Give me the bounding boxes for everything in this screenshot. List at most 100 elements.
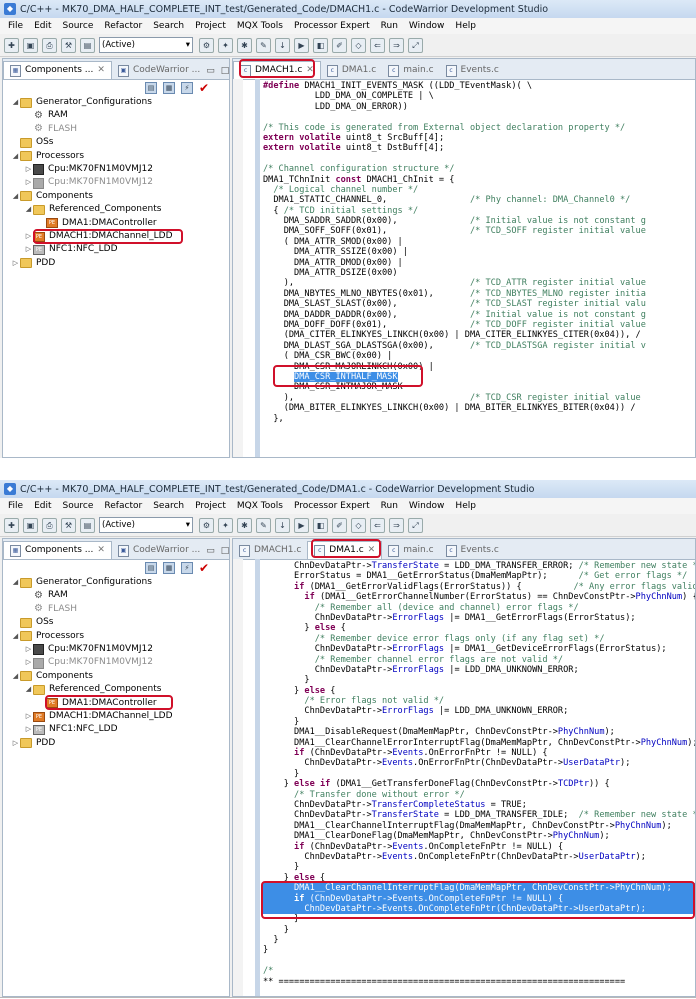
- settings-icon[interactable]: ⚙: [199, 517, 214, 533]
- menu-file[interactable]: File: [8, 21, 23, 31]
- menu-window[interactable]: Window: [409, 501, 445, 511]
- save-icon[interactable]: ▣: [23, 37, 38, 53]
- menu-processor-expert[interactable]: Processor Expert: [294, 501, 370, 511]
- menu-project[interactable]: Project: [195, 501, 226, 511]
- menu-refactor[interactable]: Refactor: [104, 21, 142, 31]
- tab-dma1-c[interactable]: c DMA1.c: [321, 62, 382, 79]
- tree-item-generator-configurations[interactable]: ◢ Generator_Configurations: [3, 96, 229, 109]
- expand-arrow-icon[interactable]: ▷: [11, 257, 20, 270]
- minimize-icon[interactable]: ▭: [206, 66, 215, 76]
- generate-code-icon[interactable]: ⚡: [181, 562, 193, 574]
- step-icon[interactable]: ↓: [275, 517, 290, 533]
- tree-item-dmach1-dmachannel[interactable]: ▷ PE DMACH1:DMAChannel_LDD: [3, 710, 229, 723]
- pin-icon[interactable]: ✎: [256, 517, 271, 533]
- expand-arrow-icon[interactable]: ▷: [24, 656, 33, 669]
- menu-processor-expert[interactable]: Processor Expert: [294, 21, 370, 31]
- collapse-arrow-icon[interactable]: ◢: [11, 630, 20, 643]
- manage-config-icon[interactable]: ▤: [80, 517, 95, 533]
- expand-arrow-icon[interactable]: ▷: [24, 710, 33, 723]
- print-icon[interactable]: ⎙: [42, 517, 57, 533]
- tab-components[interactable]: ▦ Components ... ✕: [3, 61, 112, 79]
- expert-icon[interactable]: ✦: [218, 37, 233, 53]
- tab-codewarrior[interactable]: ▣ CodeWarrior ...: [112, 62, 206, 79]
- tree-item-cpu-active[interactable]: ▷ Cpu:MK70FN1M0VMJ12: [3, 163, 229, 176]
- maximize-icon[interactable]: ⤢: [408, 517, 423, 533]
- menu-source[interactable]: Source: [63, 21, 94, 31]
- settings-icon[interactable]: ⚙: [199, 37, 214, 53]
- verify-checkmark-icon[interactable]: ✔: [199, 562, 209, 574]
- build-icon[interactable]: ⚒: [61, 517, 76, 533]
- build-config-combo[interactable]: (Active) ▾: [99, 517, 193, 533]
- print-icon[interactable]: ⎙: [42, 37, 57, 53]
- tree-item-generator-configurations[interactable]: ◢ Generator_Configurations: [3, 576, 229, 589]
- pin-editor-icon[interactable]: ◇: [351, 37, 366, 53]
- tab-dmach1-c[interactable]: c DMACH1.c: [233, 542, 307, 559]
- forward-icon[interactable]: ⇒: [389, 37, 404, 53]
- tree-item-cpu-inactive[interactable]: ▷ Cpu:MK70FN1M0VMJ12: [3, 176, 229, 189]
- collapse-arrow-icon[interactable]: ◢: [11, 150, 20, 163]
- pin-icon[interactable]: ✎: [256, 37, 271, 53]
- step-icon[interactable]: ↓: [275, 37, 290, 53]
- verify-checkmark-icon[interactable]: ✔: [199, 82, 209, 94]
- tab-main-c[interactable]: c main.c: [382, 542, 439, 559]
- collapse-arrow-icon[interactable]: ◢: [11, 96, 20, 109]
- collapse-arrow-icon[interactable]: ◢: [11, 576, 20, 589]
- collapse-arrow-icon[interactable]: ◢: [24, 683, 33, 696]
- menu-mqx-tools[interactable]: MQX Tools: [237, 21, 283, 31]
- pin-editor-icon[interactable]: ◇: [351, 517, 366, 533]
- toggle-icon[interactable]: ◧: [313, 517, 328, 533]
- tree-item-flash[interactable]: ⚙ FLASH: [3, 603, 229, 616]
- tab-events-c[interactable]: c Events.c: [440, 542, 505, 559]
- collapse-arrow-icon[interactable]: ◢: [11, 670, 20, 683]
- tree-item-referenced-components[interactable]: ◢ Referenced_Components: [3, 203, 229, 216]
- code-area[interactable]: ChnDevDataPtr->TransferState = LDD_DMA_T…: [233, 559, 695, 996]
- menu-project[interactable]: Project: [195, 21, 226, 31]
- tree-item-components[interactable]: ◢ Components: [3, 190, 229, 203]
- tree-item-oss[interactable]: OSs: [3, 616, 229, 629]
- forward-icon[interactable]: ⇒: [389, 517, 404, 533]
- collapse-icon[interactable]: ▤: [145, 562, 157, 574]
- tree-item-nfc1[interactable]: ▷ PE NFC1:NFC_LDD: [3, 723, 229, 736]
- manage-config-icon[interactable]: ▤: [80, 37, 95, 53]
- expert-icon[interactable]: ✦: [218, 517, 233, 533]
- menu-mqx-tools[interactable]: MQX Tools: [237, 501, 283, 511]
- tree-item-processors[interactable]: ◢ Processors: [3, 150, 229, 163]
- menu-refactor[interactable]: Refactor: [104, 501, 142, 511]
- tree-view-icon[interactable]: ▦: [163, 562, 175, 574]
- tree-item-dma1-dmacontroller[interactable]: PE DMA1:DMAController: [3, 697, 229, 710]
- tab-codewarrior[interactable]: ▣ CodeWarrior ...: [112, 542, 206, 559]
- menu-help[interactable]: Help: [455, 21, 476, 31]
- menu-edit[interactable]: Edit: [34, 501, 51, 511]
- menu-help[interactable]: Help: [455, 501, 476, 511]
- tree-item-flash[interactable]: ⚙ FLASH: [3, 123, 229, 136]
- expand-arrow-icon[interactable]: ▷: [24, 230, 33, 243]
- tree-item-oss[interactable]: OSs: [3, 136, 229, 149]
- expand-arrow-icon[interactable]: ▷: [24, 243, 33, 256]
- tree-item-nfc1[interactable]: ▷ PE NFC1:NFC_LDD: [3, 243, 229, 256]
- close-icon[interactable]: ✕: [97, 62, 105, 79]
- tree-item-cpu-inactive[interactable]: ▷ Cpu:MK70FN1M0VMJ12: [3, 656, 229, 669]
- expand-arrow-icon[interactable]: ▷: [24, 723, 33, 736]
- expand-arrow-icon[interactable]: ▷: [24, 163, 33, 176]
- tree-item-processors[interactable]: ◢ Processors: [3, 630, 229, 643]
- minimize-icon[interactable]: ▭: [206, 546, 215, 556]
- tab-dmach1-c[interactable]: c DMACH1.c ✕: [233, 61, 321, 79]
- menu-search[interactable]: Search: [153, 501, 184, 511]
- tab-events-c[interactable]: c Events.c: [440, 62, 505, 79]
- run-icon[interactable]: ▶: [294, 517, 309, 533]
- tree-item-ram[interactable]: ⚙ RAM: [3, 109, 229, 122]
- menu-edit[interactable]: Edit: [34, 21, 51, 31]
- highlight-icon[interactable]: ✐: [332, 517, 347, 533]
- tree-item-dma1-dmacontroller[interactable]: PE DMA1:DMAController: [3, 217, 229, 230]
- tree-item-dmach1-dmachannel[interactable]: ▷ PE DMACH1:DMAChannel_LDD: [3, 230, 229, 243]
- tree-item-pdd[interactable]: ▷ PDD: [3, 737, 229, 750]
- close-icon[interactable]: ✕: [306, 62, 314, 79]
- menu-run[interactable]: Run: [381, 501, 398, 511]
- expand-arrow-icon[interactable]: ▷: [24, 176, 33, 189]
- back-icon[interactable]: ⇐: [370, 517, 385, 533]
- expand-arrow-icon[interactable]: ▷: [11, 737, 20, 750]
- collapse-icon[interactable]: ▤: [145, 82, 157, 94]
- generate-code-icon[interactable]: ⚡: [181, 82, 193, 94]
- collapse-arrow-icon[interactable]: ◢: [24, 203, 33, 216]
- tree-item-components[interactable]: ◢ Components: [3, 670, 229, 683]
